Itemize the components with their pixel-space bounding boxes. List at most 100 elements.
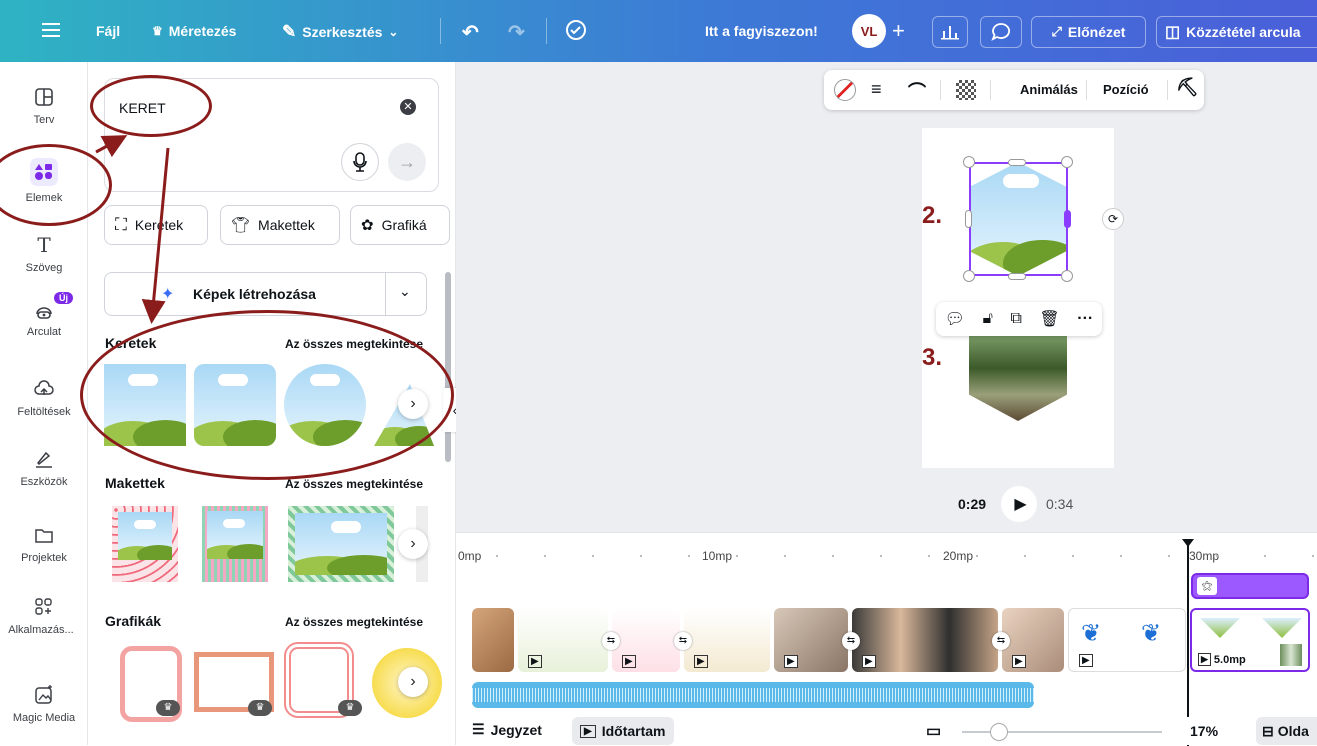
rotate-icon[interactable]: ⟳ bbox=[1102, 208, 1124, 230]
position-button[interactable]: Pozíció bbox=[1103, 82, 1149, 97]
animate-button[interactable]: Animálás bbox=[1020, 82, 1078, 97]
publish-button[interactable]: ◫ Közzététel arcula bbox=[1156, 16, 1317, 48]
sidebar-item-magic-media[interactable]: Magic Media bbox=[0, 684, 88, 724]
see-all-mockups-link[interactable]: Az összes megtekintése bbox=[285, 477, 423, 491]
add-collaborator-icon[interactable]: + bbox=[892, 18, 905, 44]
top-bar: Fájl ♛ Méretezés ✎ Szerkesztés ⌄ ↶ ↷ Itt… bbox=[0, 0, 1317, 62]
next-graphics-button[interactable]: › bbox=[398, 667, 428, 697]
element-track[interactable]: ⚝ bbox=[1191, 573, 1309, 599]
timeline-clip[interactable]: ❦ ❦ ▶ bbox=[1068, 608, 1186, 672]
transition-icon[interactable]: ⇆ bbox=[842, 632, 860, 650]
resize-handle[interactable] bbox=[963, 270, 975, 282]
trash-icon[interactable]: 🗑︎ bbox=[1039, 309, 1059, 329]
preview-button[interactable]: ⤢ Előnézet bbox=[1031, 16, 1146, 48]
timeline-clip[interactable] bbox=[472, 608, 514, 672]
resize-handle[interactable] bbox=[1061, 156, 1073, 168]
resize-handle[interactable] bbox=[963, 156, 975, 168]
sidebar-item-label: Szöveg bbox=[25, 262, 63, 274]
undo-icon[interactable]: ↶ bbox=[462, 20, 479, 45]
design-page[interactable]: ⟳ 💬︎ 🔓︎ ⧉ 🗑︎ ··· bbox=[922, 128, 1124, 468]
timeline-clip[interactable]: ▶ bbox=[1002, 608, 1064, 672]
analytics-button[interactable] bbox=[932, 16, 968, 48]
cloud-saved-icon[interactable] bbox=[564, 19, 588, 41]
chip-mockups[interactable]: 👕︎ Makettek bbox=[220, 205, 340, 245]
paint-roller-icon[interactable]: ⛏ bbox=[1176, 77, 1199, 98]
mockup-thumbnail[interactable] bbox=[112, 506, 178, 582]
duration-button[interactable]: ▶ Időtartam bbox=[572, 717, 674, 745]
play-button[interactable]: ▶ bbox=[1001, 486, 1037, 522]
publish-icon: ◫ bbox=[1165, 24, 1181, 41]
resize-handle[interactable] bbox=[1061, 270, 1073, 282]
timeline-clip[interactable]: ▶ bbox=[774, 608, 848, 672]
chip-graphics[interactable]: ✿ Grafiká bbox=[350, 205, 450, 245]
resize-handle[interactable] bbox=[1008, 159, 1026, 166]
design-title[interactable]: Itt a fagyiszezon! bbox=[705, 23, 818, 39]
zoom-value[interactable]: 17% bbox=[1190, 723, 1218, 739]
divider bbox=[1167, 80, 1168, 100]
file-menu[interactable]: Fájl bbox=[96, 23, 120, 39]
chip-label: Keretek bbox=[134, 217, 184, 233]
timeline-clip[interactable]: ▶ bbox=[612, 608, 680, 672]
lock-icon[interactable]: 🔓︎ bbox=[983, 310, 993, 328]
sidebar-item-projects[interactable]: Projektek bbox=[0, 524, 88, 564]
sidebar-item-text[interactable]: T Szöveg bbox=[0, 234, 88, 274]
resize-handle[interactable] bbox=[965, 210, 972, 228]
mockup-thumbnail[interactable] bbox=[202, 506, 268, 582]
divider bbox=[440, 18, 441, 44]
transition-icon[interactable]: ⇆ bbox=[674, 632, 692, 650]
resize-handle[interactable] bbox=[1008, 273, 1026, 280]
expand-icon: ⤢ bbox=[1051, 24, 1062, 39]
avatar[interactable]: VL bbox=[852, 14, 886, 48]
notes-button[interactable]: ☰ Jegyzet bbox=[472, 721, 542, 738]
transition-icon[interactable]: ⇆ bbox=[992, 632, 1010, 650]
clear-search-icon[interactable]: ✕ bbox=[400, 99, 416, 115]
page-layout-icon[interactable]: ▭ bbox=[926, 721, 941, 741]
sidebar-item-uploads[interactable]: Feltöltések bbox=[0, 378, 88, 418]
timeline-clip[interactable]: ▶ bbox=[684, 608, 770, 672]
preview-label: Előnézet bbox=[1067, 24, 1126, 40]
more-icon[interactable]: ··· bbox=[1077, 310, 1093, 328]
sidebar-item-design[interactable]: Terv bbox=[0, 86, 88, 126]
bottom-bar: ☰ Jegyzet ▶ Időtartam ▭ 17% ⊟ Olda bbox=[456, 717, 1317, 745]
timeline-clip[interactable]: ▶ bbox=[518, 608, 608, 672]
zoom-slider[interactable] bbox=[962, 723, 1162, 741]
playhead[interactable] bbox=[1187, 541, 1189, 746]
duplicate-icon[interactable]: ⧉ bbox=[1010, 310, 1021, 328]
playhead-handle[interactable] bbox=[1182, 539, 1194, 547]
pages-button[interactable]: ⊟ Olda bbox=[1256, 717, 1317, 745]
timeline-clip-selected[interactable]: ▶ 5.0mp bbox=[1190, 608, 1310, 672]
next-mockups-button[interactable]: › bbox=[398, 529, 428, 559]
edit-menu[interactable]: ✎ Szerkesztés ⌄ bbox=[282, 22, 398, 42]
pages-icon: ⊟ bbox=[1262, 722, 1274, 739]
zoom-slider-thumb[interactable] bbox=[990, 723, 1008, 741]
mockup-thumbnail[interactable] bbox=[288, 506, 394, 582]
forest-hexagon-frame[interactable] bbox=[969, 333, 1067, 421]
audio-track[interactable] bbox=[472, 682, 1034, 708]
redo-icon[interactable]: ↷ bbox=[508, 20, 525, 45]
microphone-icon[interactable] bbox=[341, 143, 379, 181]
sidebar-item-label: Magic Media bbox=[12, 712, 76, 724]
chevron-down-icon[interactable]: ⌄ bbox=[399, 283, 411, 300]
transition-icon[interactable]: ⇆ bbox=[602, 632, 620, 650]
sidebar-item-brand[interactable]: Új Arculat bbox=[0, 292, 88, 338]
selection-box[interactable] bbox=[969, 162, 1068, 276]
comment-add-icon[interactable]: 💬︎ bbox=[945, 309, 965, 329]
chip-frames[interactable]: ⛶ Keretek bbox=[104, 205, 208, 245]
no-color-icon[interactable] bbox=[834, 79, 856, 101]
transparency-icon[interactable] bbox=[956, 80, 976, 100]
video-icon: ▶ bbox=[622, 655, 636, 668]
resize-handle[interactable] bbox=[1064, 210, 1071, 228]
sidebar-item-apps[interactable]: Alkalmazás... bbox=[0, 596, 88, 636]
see-all-graphics-link[interactable]: Az összes megtekintése bbox=[285, 615, 423, 629]
border-style-icon[interactable]: ≡ bbox=[871, 79, 882, 100]
timeline-clip[interactable]: ▶ bbox=[852, 608, 998, 672]
sidebar-item-tools[interactable]: Eszközök bbox=[0, 448, 88, 488]
resize-menu[interactable]: ♛ Méretezés bbox=[152, 23, 236, 39]
panel-scrollbar[interactable] bbox=[445, 272, 451, 462]
cloud-upload-icon bbox=[34, 380, 54, 395]
menu-icon[interactable] bbox=[42, 22, 60, 38]
annotation-3: 3. bbox=[922, 344, 943, 371]
corner-rounding-icon[interactable]: ⌒ bbox=[908, 78, 926, 104]
comment-button[interactable] bbox=[980, 16, 1022, 48]
submit-arrow-icon[interactable]: → bbox=[388, 143, 426, 181]
